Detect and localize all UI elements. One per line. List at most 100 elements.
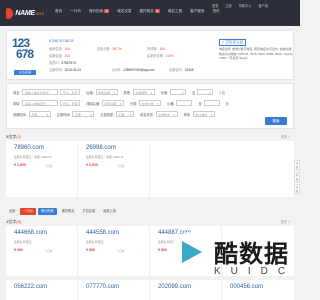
domain-card[interactable]: 26998.com 注册商:阿里云 · 到期: 2025-11 ¥ 3,500 …	[78, 141, 150, 197]
back-to-top-button[interactable]: 顶部	[294, 160, 300, 170]
nav-entrust-buy[interactable]: 委托购买热	[140, 9, 160, 14]
follow-shop-button[interactable]: 关注店铺	[14, 70, 36, 75]
tab-entrust[interactable]: 委托购买	[59, 208, 78, 215]
section-title-text: 4位字	[6, 219, 17, 224]
tab-auction[interactable]: 竞价拍卖	[37, 208, 57, 215]
section-title-5digit: 5位字(2)	[6, 134, 21, 140]
exclude-label: 排除:	[13, 101, 21, 106]
domain-keyword-input[interactable]: 请输入域名关键字	[22, 89, 59, 95]
site-logo[interactable]: NAME SHS	[6, 6, 44, 20]
nav-domain-trade[interactable]: 域名交易	[117, 9, 131, 14]
avatar-digits-bottom: 678	[16, 47, 34, 61]
play-icon	[182, 241, 202, 263]
tab-bundle[interactable]: 打包交易	[79, 208, 98, 215]
category-label: 分类:	[129, 101, 138, 106]
stat-shop-visits: 店铺访问: 23466	[169, 67, 194, 72]
tab-newest[interactable]: 最新上架	[100, 208, 119, 215]
trade-type-select[interactable]: 不限	[115, 111, 134, 117]
stat-value: 23466	[184, 68, 194, 72]
type-label: 类型:	[123, 90, 131, 95]
section-title-text: 5位字	[6, 134, 17, 139]
suffix-select[interactable]: 所有后缀	[95, 89, 118, 95]
domain-card[interactable]: 444668.com 注册商:阿里云 ¥ 980 一口价	[6, 226, 78, 276]
status-select[interactable]: 全部状态	[155, 111, 178, 117]
shop-name[interactable]: 67867878878	[49, 38, 73, 43]
domain-tag: 一口价	[44, 249, 53, 253]
main-nav: 首页 一口价 竞价拍卖热 域名交易 委托购买热 域名工具 客户服务 资讯	[55, 9, 220, 14]
stat-label: QQ号:	[112, 68, 122, 72]
price-max-input[interactable]	[203, 100, 220, 106]
stat-label: 好评率:	[147, 47, 158, 51]
exclude-input[interactable]: 请输入排除字符	[22, 100, 59, 106]
expire-label: 到期时间:	[13, 112, 27, 117]
domain-name[interactable]: 077770.com	[86, 284, 119, 290]
domain-row-1: 78960.com 注册商:阿里云 · 到期: 2026-03 ¥ 2,800 …	[6, 141, 294, 197]
domain-card[interactable]: 077770.com	[78, 280, 150, 300]
verified-label: 已实名认证	[225, 40, 244, 44]
stat-credit-score: 信用分数: 96.7%	[97, 46, 122, 51]
domain-name[interactable]: 056222.com	[14, 284, 47, 290]
nav-fixed-price[interactable]: 一口价	[70, 9, 81, 14]
domain-price: ¥ 880	[86, 248, 95, 252]
domain-meta: 注册商:阿里云	[14, 240, 32, 244]
nav-tools[interactable]: 域名工具	[168, 9, 182, 14]
side-toolbar: 顶部 客服 反馈	[294, 160, 300, 194]
nav-service[interactable]: 客户服务	[190, 9, 204, 14]
length-min-select[interactable]	[170, 89, 187, 95]
trade-type-label: 交易类型:	[100, 112, 114, 117]
stat-label: 注册时间:	[49, 68, 63, 72]
top-nav-bar: NAME SHS 首页 一口价 竞价拍卖热 域名交易 委托购买热 域名工具 客户…	[0, 0, 300, 26]
nav-entrust-label: 委托购买	[139, 9, 154, 13]
length-max-select[interactable]	[197, 89, 214, 95]
stat-good-rate: 好评率: 100	[147, 46, 165, 51]
type-select[interactable]: 全部类型	[132, 89, 155, 95]
stat-value: 2015-06-24	[64, 68, 81, 72]
sort-select[interactable]: 默认排序	[192, 111, 215, 117]
domain-name[interactable]: 444668.com	[14, 230, 47, 236]
customer-service-button[interactable]: 客服	[294, 172, 300, 182]
feedback-button[interactable]: 反馈	[294, 184, 300, 194]
match-mode-select[interactable]: 开头…匹配	[60, 89, 81, 95]
domain-price: ¥ 860	[158, 248, 167, 252]
sort-label: 排序:	[183, 112, 191, 117]
nav-news[interactable]: 资讯	[212, 9, 219, 14]
regdate-select[interactable]: 不限	[72, 111, 95, 117]
section-more-link[interactable]: 更多 >	[281, 134, 290, 139]
expire-select[interactable]: 不限	[28, 111, 51, 117]
stat-value: 104	[64, 54, 70, 58]
stat-register-date: 注册时间: 2015-06-24	[49, 67, 81, 72]
domain-name[interactable]: 444558.com	[86, 230, 119, 236]
domain-card[interactable]: 444558.com 注册商:阿里云 ¥ 880 一口价	[78, 226, 150, 276]
domain-name[interactable]: 26998.com	[86, 145, 116, 151]
regdate-label: 注册时间:	[56, 112, 71, 117]
exclude-mode-select[interactable]: 开头…匹配	[60, 100, 81, 106]
category-select[interactable]: 全部分类	[139, 100, 162, 106]
domain-name[interactable]: 78960.com	[14, 145, 44, 151]
tab-fixed-price[interactable]: 一口价	[20, 208, 36, 215]
stat-label: 会员ID:	[49, 61, 60, 65]
shop-about-text: 域名出售 [优质] 数字域名, 所有域名均可议价, 诚信交易, 联系QQ/微信:…	[219, 47, 294, 61]
register-link[interactable]: 注册	[225, 3, 231, 8]
client-link[interactable]: 客户端	[259, 3, 269, 8]
help-link[interactable]: 帮助中心	[239, 3, 252, 8]
tab-all[interactable]: 全部	[6, 208, 18, 215]
logo-mark-icon	[6, 7, 14, 19]
login-link[interactable]: 登录	[212, 3, 218, 8]
stat-label: 信用分数:	[97, 47, 111, 51]
domain-price: ¥ 3,500	[86, 163, 98, 167]
domain-card[interactable]: 78960.com 注册商:阿里云 · 到期: 2026-03 ¥ 2,800 …	[6, 141, 78, 197]
section-more-link[interactable]: 更多 >	[281, 219, 290, 224]
exclude-suffix-label: 排除后缀:	[86, 101, 100, 106]
nav-auction[interactable]: 竞价拍卖热	[89, 9, 110, 14]
watermark-subtext: KUIDC	[214, 266, 296, 277]
exclude-suffix-select[interactable]: 所有后缀	[101, 100, 124, 106]
search-button[interactable]: 搜索	[265, 117, 287, 125]
nav-home[interactable]: 首页	[55, 9, 62, 14]
watermark-overlay: 酷数据 KUIDC	[170, 228, 300, 300]
stat-value: 67867878	[61, 61, 76, 65]
stat-value: 1285907056@qq.com	[123, 68, 155, 72]
price-label: 价格:	[167, 101, 175, 106]
stat-label: 买家好评率:	[147, 54, 164, 58]
domain-card[interactable]: 056222.com	[6, 280, 78, 300]
price-min-input[interactable]	[176, 100, 193, 106]
